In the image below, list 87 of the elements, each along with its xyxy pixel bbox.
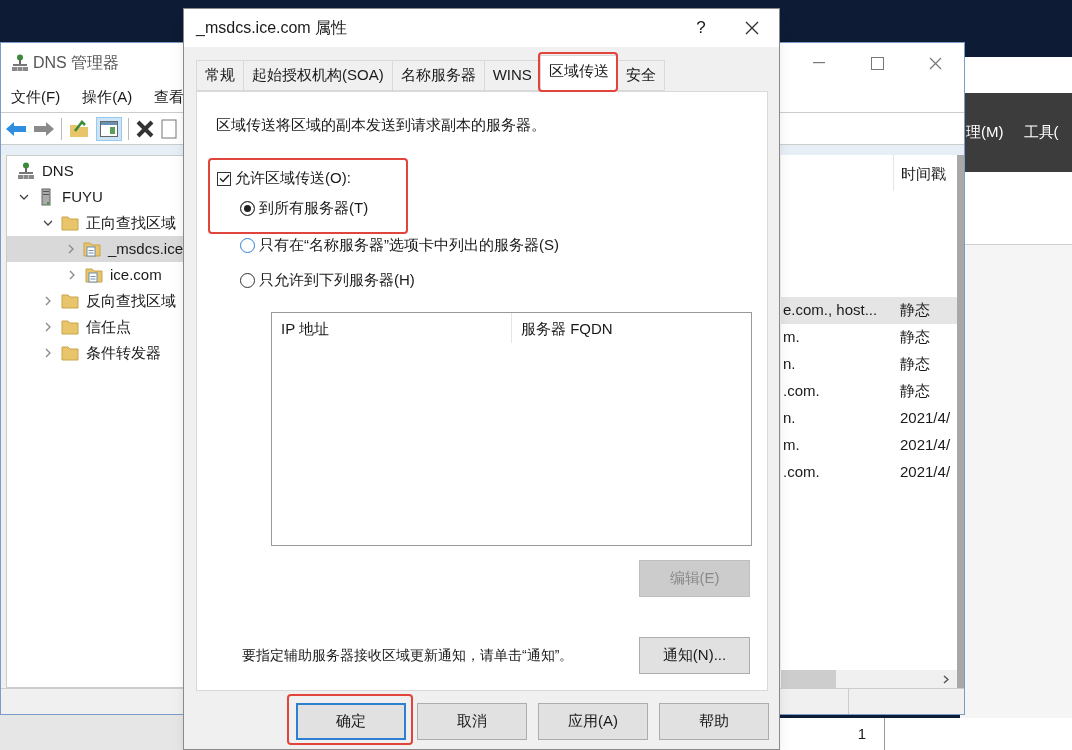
table-cell-text: 静态 [899,327,930,348]
tree-label: _msdcs.ice [107,238,183,259]
tree-label: 反向查找区域 [86,290,176,311]
close-icon[interactable] [745,21,759,35]
dialog-title: _msdcs.ice.com 属性 [196,18,348,38]
menu-item[interactable]: 理(M) [966,121,1004,144]
back-arrow-icon[interactable] [5,119,27,138]
column-header[interactable]: 服务器 FQDN [512,312,751,343]
table-cell-text: e.com., host... [782,300,879,321]
tree-item[interactable]: FUYU [7,184,183,210]
list-row[interactable]: n. 静态 [781,351,957,378]
menu-item[interactable]: 查看 [154,86,185,109]
notify-text: 要指定辅助服务器接收区域更新通知，请单击“通知”。 [242,645,574,665]
list-row[interactable]: m. 静态 [781,324,957,351]
tree-item[interactable]: _msdcs.ice [7,236,183,262]
tree-item[interactable]: 条件转发器 [7,340,183,366]
menu-item[interactable]: 操作(A) [82,86,133,109]
checkbox-label[interactable]: 允许区域传送(O): [235,167,351,190]
list-row[interactable]: e.com., host... 静态 [781,297,957,324]
radio-button[interactable] [240,200,255,216]
table-cell-text: 2021/4/ [899,408,951,429]
radio-button[interactable] [240,237,255,253]
table-cell-text: m. [782,327,801,348]
table-cell-text: 2021/4/ [899,435,951,456]
dialog-button[interactable]: 取消 [417,703,527,740]
zone-file-icon [82,240,101,258]
tree-item[interactable]: DNS [7,158,183,184]
list-row[interactable]: m. 2021/4/ [781,432,957,459]
scroll-right-icon[interactable] [943,674,949,684]
folder-up-icon[interactable] [68,118,90,139]
dialog-button[interactable]: 应用(A) [538,703,648,740]
dialog-button[interactable]: 确定 [296,703,406,740]
radio-label[interactable]: 到所有服务器(T) [259,196,369,220]
table-cell-text: 静态 [899,381,930,402]
folder-icon [61,318,79,336]
table-cell-text: n. [782,354,797,375]
column-header[interactable]: IP 地址 [272,312,512,343]
tab[interactable]: WINS [483,60,541,91]
tab[interactable]: 常规 [196,60,244,91]
folder-icon [61,292,79,310]
status-cell-text: 1 [857,723,866,744]
checkbox[interactable] [217,171,231,186]
description-text: 区域传送将区域的副本发送到请求副本的服务器。 [216,115,547,135]
forward-arrow-icon[interactable] [33,119,55,138]
menu-item[interactable]: 文件(F) [11,86,61,109]
tree-label: 条件转发器 [86,342,161,363]
properties-icon[interactable] [161,118,177,139]
zone-file-icon [85,266,103,284]
tree-item[interactable]: ice.com [7,262,183,288]
radio-button[interactable] [240,272,255,288]
table-cell-text: m. [782,435,801,456]
tree-item[interactable]: 正向查找区域 [7,210,183,236]
table-cell-text: 静态 [899,300,930,321]
list-row[interactable]: n. 2021/4/ [781,405,957,432]
tree-label: ice.com [110,264,162,285]
column-header[interactable]: 时间戳 [893,155,946,191]
dialog-button[interactable]: 帮助 [659,703,769,740]
table-cell-text: .com. [782,381,821,402]
network-icon [11,54,29,72]
horizontal-scrollbar[interactable] [781,670,957,688]
table-cell-text: 静态 [899,354,930,375]
folder-icon [61,344,79,362]
list-row[interactable]: .com. 静态 [781,378,957,405]
tree-item[interactable]: 信任点 [7,314,183,340]
notify-button[interactable]: 通知(N)... [639,636,750,674]
tab[interactable]: 名称服务器 [391,60,485,91]
tab[interactable]: 安全 [616,60,665,91]
tree-label: DNS [42,160,74,181]
console-tree-icon[interactable] [96,116,122,141]
tab[interactable]: 起始授权机构(SOA) [243,60,393,91]
tree-label: FUYU [62,186,103,207]
radio-label[interactable]: 只有在“名称服务器”选项卡中列出的服务器(S) [259,233,559,257]
window-title: DNS 管理器 [33,53,120,73]
tree-item[interactable]: 反向查找区域 [7,288,183,314]
delete-icon[interactable] [135,118,155,139]
help-button[interactable]: ? [691,15,711,41]
radio-label[interactable]: 只允许到下列服务器(H) [259,268,415,292]
tree-label: 正向查找区域 [86,212,176,233]
table-cell-text: 2021/4/ [899,462,951,483]
table-cell-text: n. [782,408,797,429]
table-cell-text: .com. [782,462,821,483]
list-row[interactable]: .com. 2021/4/ [781,459,957,486]
menu-item[interactable]: 工具( [1023,121,1059,144]
tree-label: 信任点 [86,316,131,337]
folder-icon [61,214,79,232]
tab[interactable]: 区域传送 [539,55,618,92]
network-icon [17,162,35,180]
